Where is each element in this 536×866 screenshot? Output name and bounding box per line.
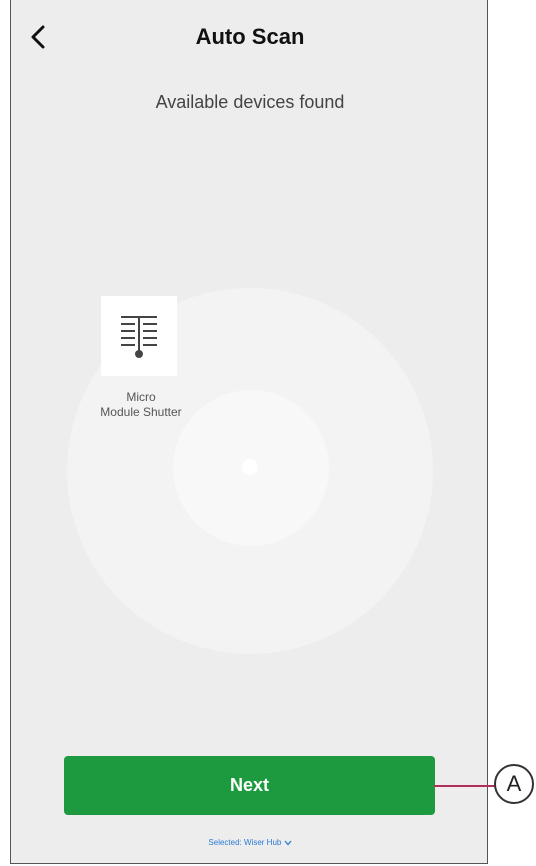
selected-hub-dropdown[interactable]: Selected: Wiser Hub — [11, 838, 487, 847]
device-tile — [101, 296, 177, 376]
selected-hub-label: Selected: Wiser Hub — [208, 838, 282, 847]
callout-line — [434, 785, 496, 787]
callout-marker: A — [494, 764, 534, 804]
device-name: Micro Module Shutter — [100, 390, 182, 419]
chevron-down-icon — [284, 840, 292, 846]
scan-status-text: Available devices found — [155, 92, 345, 112]
radar-center-dot — [242, 459, 258, 475]
app-screen: Auto Scan Available devices found Micro … — [10, 0, 488, 864]
next-button[interactable]: Next — [64, 756, 435, 815]
device-item-micro-module-shutter[interactable]: Micro Module Shutter — [93, 296, 189, 420]
shutter-icon — [121, 316, 157, 358]
callout-label: A — [506, 771, 522, 796]
page-title: Auto Scan — [195, 24, 305, 49]
